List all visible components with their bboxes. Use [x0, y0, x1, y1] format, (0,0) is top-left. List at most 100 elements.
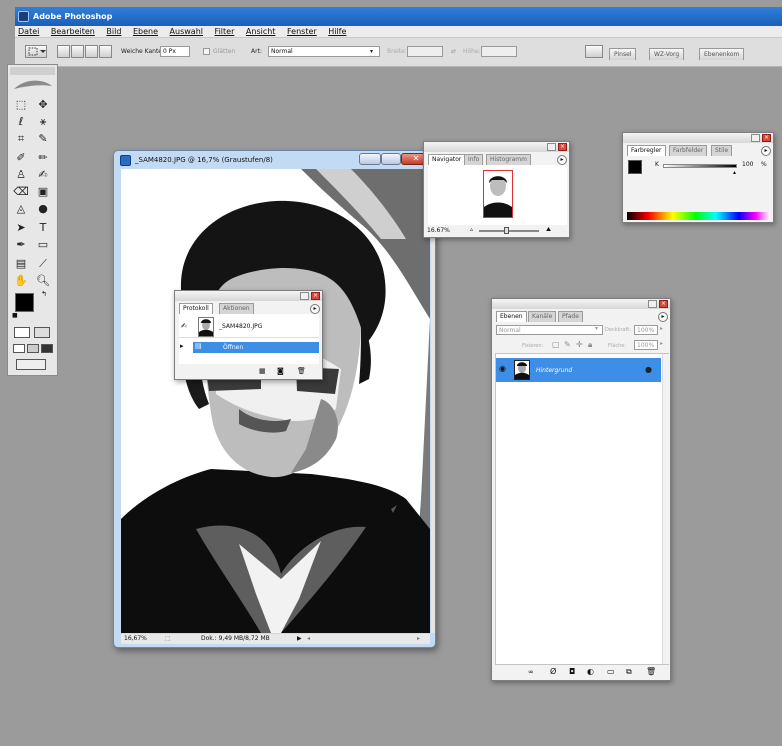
layers-scrollbar[interactable] — [662, 354, 669, 664]
document-zoom-field[interactable]: 16,67% — [124, 634, 147, 644]
opacity-arrow-icon[interactable]: ▸ — [660, 325, 663, 332]
history-close-button[interactable]: × — [311, 292, 320, 300]
new-selection-icon[interactable] — [57, 45, 70, 58]
jump-to-imageready-icon[interactable] — [16, 359, 46, 370]
history-menu-icon[interactable]: ▸ — [310, 304, 320, 314]
style-dropdown-arrow-icon[interactable]: ▾ — [370, 48, 373, 55]
zoom-tool-icon[interactable]: 🔍︎ — [33, 272, 53, 289]
height-input[interactable] — [481, 46, 517, 57]
new-snapshot-icon[interactable]: ◙ — [277, 367, 284, 375]
healing-brush-icon[interactable]: ✐ — [11, 149, 31, 166]
tab-aktionen[interactable]: Aktionen — [219, 303, 254, 314]
history-source-marker-icon[interactable]: ▸ — [180, 342, 184, 350]
layer-visibility-eye-icon[interactable]: ◉ — [499, 364, 506, 373]
antialias-checkbox[interactable] — [203, 48, 210, 55]
dock-tab-pinsel[interactable]: Pinsel — [609, 48, 637, 60]
screen-mode-full-menu-icon[interactable] — [27, 344, 39, 353]
type-tool-icon[interactable]: T — [33, 219, 53, 236]
new-group-icon[interactable]: ▭ — [607, 667, 615, 676]
navigator-zoom-out-icon[interactable]: ▵ — [470, 226, 473, 233]
feather-input[interactable]: 0 Px — [160, 46, 190, 57]
maximize-button[interactable] — [381, 153, 401, 165]
palette-well-icon[interactable] — [585, 45, 603, 58]
dock-tab-ebenenkom[interactable]: Ebenenkom — [699, 48, 745, 60]
k-slider[interactable] — [663, 164, 737, 168]
adjustment-layer-icon[interactable]: ◐ — [587, 667, 594, 676]
swap-dimensions-icon[interactable]: ⇄ — [451, 48, 456, 55]
quickmask-mode-icon[interactable] — [34, 327, 50, 338]
vertical-scrollbar[interactable] — [431, 169, 435, 633]
fill-input[interactable]: 100% — [634, 340, 658, 350]
lock-pixels-icon[interactable]: ✎ — [564, 340, 571, 349]
subtract-selection-icon[interactable] — [85, 45, 98, 58]
adobe-feather-logo[interactable] — [12, 77, 54, 93]
menu-ansicht[interactable]: Ansicht — [246, 27, 276, 36]
menu-filter[interactable]: Filter — [215, 27, 235, 36]
color-foreground-swatch[interactable] — [628, 160, 642, 174]
default-colors-icon[interactable]: ■ — [12, 312, 18, 319]
crop-tool-icon[interactable]: ⌗ — [11, 130, 31, 147]
tab-histogramm[interactable]: Histogramm — [486, 154, 531, 165]
blur-tool-icon[interactable]: ◬ — [11, 200, 31, 217]
history-brush-source-icon[interactable]: ✍ — [181, 322, 187, 330]
width-input[interactable] — [407, 46, 443, 57]
clone-stamp-icon[interactable]: ♙ — [11, 166, 31, 183]
move-tool-icon[interactable]: ✥ — [33, 96, 53, 113]
navigator-close-button[interactable]: × — [558, 143, 567, 151]
tab-kanaele[interactable]: Kanäle — [528, 311, 557, 322]
color-spectrum-bar[interactable] — [627, 212, 770, 220]
path-selection-icon[interactable]: ➤ — [11, 219, 31, 236]
lock-position-icon[interactable]: ✛ — [576, 340, 583, 349]
foreground-color-swatch[interactable] — [15, 293, 34, 312]
delete-layer-icon[interactable]: 🗑︎ — [646, 667, 656, 676]
lock-transparency-icon[interactable]: ▢ — [552, 340, 560, 349]
screen-mode-standard-icon[interactable] — [13, 344, 25, 353]
opacity-input[interactable]: 100% — [634, 325, 658, 335]
menu-bearbeiten[interactable]: Bearbeiten — [51, 27, 95, 36]
dock-tab-wz-vorg[interactable]: WZ-Vorg — [649, 48, 685, 60]
tab-protokoll[interactable]: Protokoll — [179, 303, 213, 314]
layer-row-background[interactable]: ◉ Hintergrund ● — [496, 358, 661, 382]
fill-arrow-icon[interactable]: ▸ — [660, 340, 663, 347]
slice-tool-icon[interactable]: ✎ — [33, 130, 53, 147]
link-layers-icon[interactable]: ∞ — [528, 668, 534, 676]
history-brush-icon[interactable]: ✍ — [33, 166, 53, 183]
menu-datei[interactable]: Datei — [18, 27, 39, 36]
tab-farbregler[interactable]: Farbregler — [627, 145, 666, 156]
color-close-button[interactable]: × — [762, 134, 771, 142]
delete-state-icon[interactable]: 🗑︎ — [297, 367, 306, 375]
new-layer-icon[interactable]: ⧉ — [626, 667, 632, 677]
menu-ebene[interactable]: Ebene — [133, 27, 158, 36]
menu-fenster[interactable]: Fenster — [287, 27, 317, 36]
style-select[interactable]: Normal — [268, 46, 380, 57]
navigator-zoom-in-icon[interactable]: ⛰ — [546, 226, 551, 234]
minimize-button[interactable] — [359, 153, 381, 165]
lasso-tool-icon[interactable]: ℓ — [11, 113, 31, 130]
tab-info[interactable]: Info — [464, 154, 484, 165]
dodge-tool-icon[interactable]: ● — [33, 200, 53, 217]
lock-all-icon[interactable]: 🔒︎ — [588, 340, 592, 350]
tab-pfade[interactable]: Pfade — [558, 311, 583, 322]
layer-style-icon[interactable]: Ø — [550, 667, 556, 676]
layer-mask-icon[interactable]: ◘ — [569, 667, 575, 676]
blend-mode-select[interactable]: Normal — [496, 325, 603, 335]
k-slider-thumb-icon[interactable]: ▴ — [733, 169, 736, 176]
screen-mode-full-icon[interactable] — [41, 344, 53, 353]
history-snapshot-row[interactable]: ✍ _SAM4820.JPG — [179, 316, 319, 338]
navigator-zoom-slider[interactable] — [479, 230, 539, 232]
toolbox-grip[interactable] — [10, 67, 55, 75]
blend-mode-arrow-icon[interactable]: ▾ — [595, 325, 598, 332]
tool-preset-button[interactable] — [25, 45, 47, 58]
menu-auswahl[interactable]: Auswahl — [170, 27, 203, 36]
color-menu-icon[interactable]: ▸ — [761, 146, 771, 156]
eyedropper-tool-icon[interactable]: ⟋ — [33, 255, 53, 272]
color-minimize-button[interactable] — [751, 134, 760, 142]
layers-minimize-button[interactable] — [648, 300, 657, 308]
tab-ebenen[interactable]: Ebenen — [496, 311, 527, 322]
navigator-minimize-button[interactable] — [547, 143, 556, 151]
history-state-row[interactable]: ▤ Öffnen — [193, 342, 319, 353]
magic-wand-tool-icon[interactable]: ⚹ — [33, 113, 53, 130]
intersect-selection-icon[interactable] — [99, 45, 112, 58]
shape-tool-icon[interactable]: ▭ — [33, 236, 53, 253]
layers-menu-icon[interactable]: ▸ — [658, 312, 668, 322]
